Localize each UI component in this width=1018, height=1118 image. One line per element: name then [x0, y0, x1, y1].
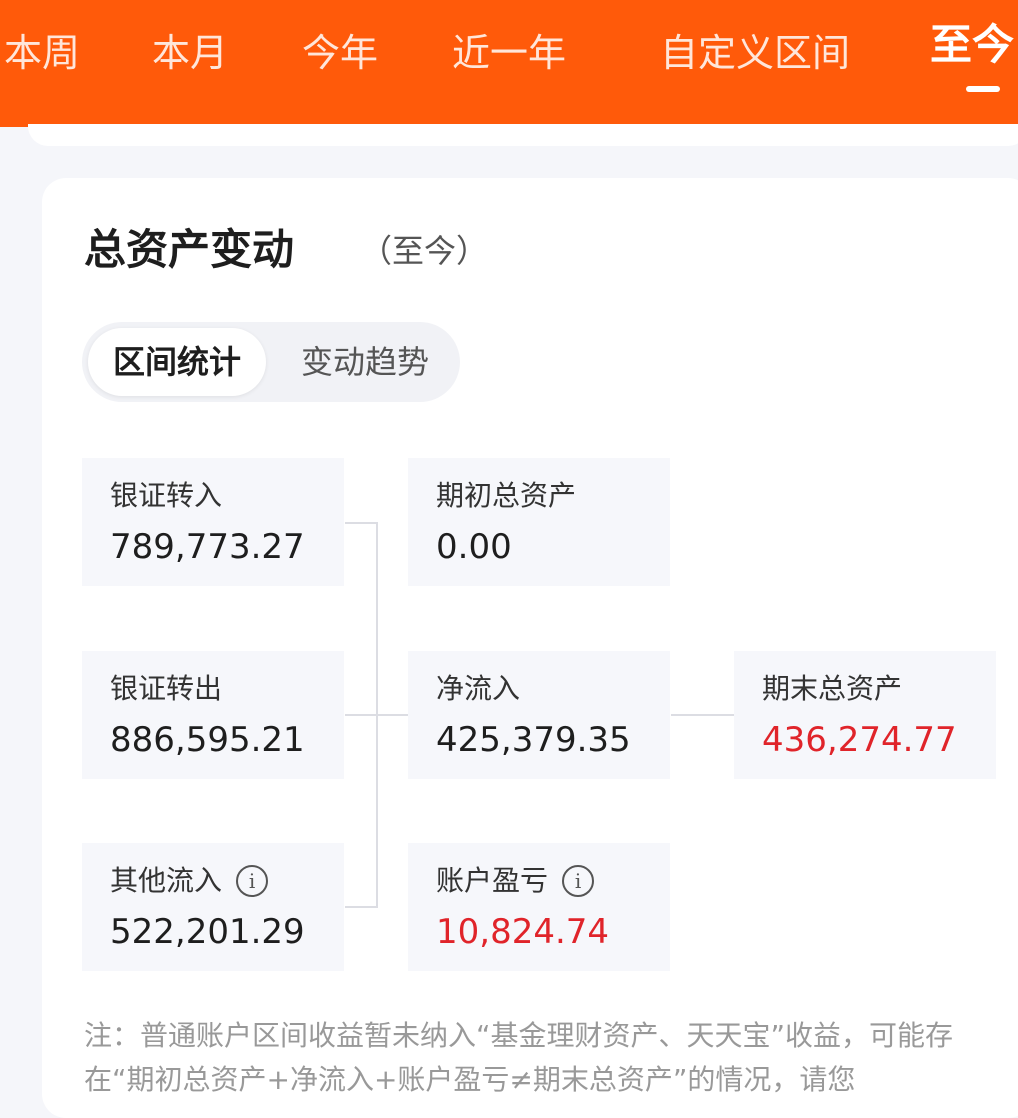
profit-loss-label-wrap: 账户盈亏 i [436, 861, 595, 901]
profit-loss-label: 账户盈亏 [436, 864, 549, 897]
connector-line [671, 714, 735, 716]
tab-to-date[interactable]: 至今 [930, 20, 1014, 70]
end-assets-box: 期末总资产 436,274.77 [734, 651, 996, 779]
start-assets-box: 期初总资产 0.00 [408, 458, 670, 586]
bank-transfer-out-value: 886,595.21 [110, 720, 305, 760]
connector-line [345, 906, 377, 908]
start-assets-label: 期初总资产 [436, 479, 577, 512]
tab-this-year[interactable]: 今年 [302, 28, 378, 78]
net-inflow-label: 净流入 [436, 672, 521, 705]
profit-loss-value: 10,824.74 [436, 912, 610, 952]
page-title: 总资产变动 [84, 225, 295, 274]
period-tab-bar: 本周 本月 今年 近一年 自定义区间 至今 [0, 0, 1018, 127]
end-assets-label: 期末总资产 [762, 672, 903, 705]
other-inflow-label-wrap: 其他流入 i [110, 861, 269, 901]
bank-transfer-in-box: 银证转入 789,773.27 [82, 458, 344, 586]
start-assets-value: 0.00 [436, 527, 512, 567]
bank-transfer-in-label: 银证转入 [110, 479, 223, 512]
asset-change-card [42, 178, 1018, 1118]
segment-change-trend[interactable]: 变动趋势 [276, 328, 454, 396]
bank-transfer-out-label: 银证转出 [110, 672, 223, 705]
bank-transfer-in-value: 789,773.27 [110, 527, 305, 567]
other-inflow-box: 其他流入 i 522,201.29 [82, 843, 344, 971]
info-icon[interactable]: i [562, 865, 595, 897]
previous-card-edge [28, 124, 1018, 146]
connector-line [345, 714, 409, 716]
bank-transfer-out-box: 银证转出 886,595.21 [82, 651, 344, 779]
tab-this-week[interactable]: 本周 [4, 28, 80, 78]
disclaimer-note: 注：普通账户区间收益暂未纳入“基金理财资产、天天宝”收益，可能存在“期初总资产+… [84, 1019, 954, 1096]
active-tab-indicator [966, 86, 1000, 92]
info-icon[interactable]: i [236, 865, 269, 897]
end-assets-value: 436,274.77 [762, 720, 957, 760]
net-inflow-value: 425,379.35 [436, 720, 631, 760]
tab-custom-range[interactable]: 自定义区间 [660, 28, 850, 78]
title-range-label: （至今） [360, 232, 489, 270]
tab-last-year[interactable]: 近一年 [452, 28, 566, 78]
other-inflow-label: 其他流入 [110, 864, 223, 897]
other-inflow-value: 522,201.29 [110, 912, 305, 952]
segment-interval-stats[interactable]: 区间统计 [88, 328, 266, 396]
view-toggle: 区间统计 变动趋势 [82, 322, 460, 402]
profit-loss-box: 账户盈亏 i 10,824.74 [408, 843, 670, 971]
tab-this-month[interactable]: 本月 [152, 28, 228, 78]
net-inflow-box: 净流入 425,379.35 [408, 651, 670, 779]
connector-line [345, 522, 377, 524]
